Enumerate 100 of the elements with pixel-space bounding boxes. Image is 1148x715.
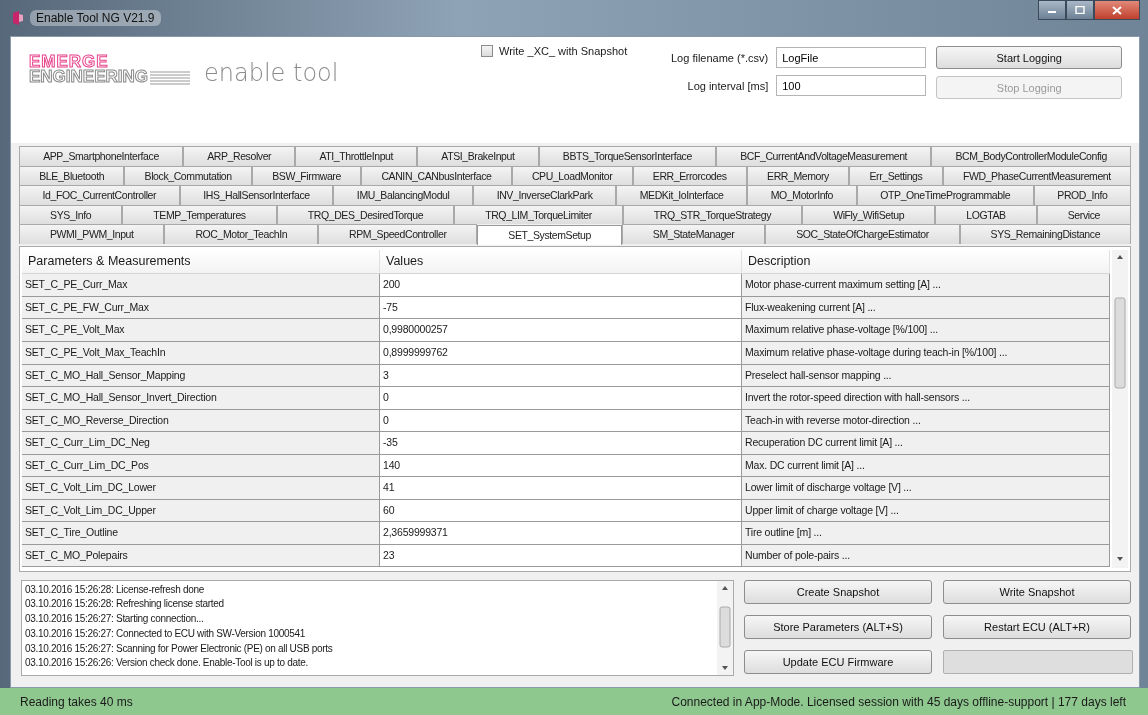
table-cell: Tire outline [m] ... <box>742 522 1110 545</box>
tab[interactable]: ATI_ThrottleInput <box>295 146 418 166</box>
tab[interactable]: IHS_HallSensorInterface <box>179 185 334 205</box>
table-cell: SET_C_Tire_Outline <box>22 522 380 545</box>
checkbox[interactable] <box>481 45 493 57</box>
tab[interactable]: IMU_BalancingModul <box>333 185 474 205</box>
tab[interactable]: BBTS_TorqueSensorInterface <box>538 146 717 166</box>
action-button[interactable]: Store Parameters (ALT+S) <box>744 614 932 639</box>
tab[interactable]: BCF_CurrentAndVoltageMeasurement <box>716 146 932 166</box>
table-cell: Max. DC current limit [A] ... <box>742 454 1110 478</box>
table-cell: 2,3659999371 <box>380 522 742 545</box>
table-cell: SET_C_Curr_Lim_DC_Pos <box>22 454 380 478</box>
tab[interactable]: ATSI_BrakeInput <box>417 146 539 166</box>
tab[interactable]: APP_SmartphoneInterface <box>19 146 183 166</box>
table-cell: Motor phase-current maximum setting [A] ... <box>742 274 1110 297</box>
action-button[interactable]: Restart ECU (ALT+R) <box>943 614 1131 639</box>
tab[interactable]: SOC_StateOfChargeEstimator <box>765 224 960 244</box>
field-label: Log filename (*.csv) <box>671 51 769 64</box>
table-cell: Lower limit of discharge voltage [V] ... <box>742 477 1110 500</box>
tab[interactable]: PWMI_PWM_Input <box>19 224 165 244</box>
table-cell: Maximum relative phase-voltage [%/100] ... <box>742 319 1110 342</box>
close-icon <box>1112 5 1122 15</box>
window-title: Enable Tool NG V21.9 <box>30 10 161 26</box>
table-cell: 41 <box>380 477 742 500</box>
log-line: 03.10.2016 15:26:27: Connected to ECU with SW-Version 1000541 <box>25 626 307 641</box>
tab[interactable]: SM_StateManager <box>621 224 766 244</box>
tab[interactable]: LOGTAB <box>935 204 1037 224</box>
table-cell: -75 <box>380 296 742 320</box>
table-cell: -35 <box>380 432 742 455</box>
table-cell: 0 <box>380 409 742 433</box>
tab[interactable]: ROC_Motor_TeachIn <box>164 224 319 244</box>
table-cell: Invert the rotor-speed direction with hall-sensors ... <box>742 387 1110 410</box>
table-cell: SET_C_Volt_Lim_DC_Upper <box>22 499 380 523</box>
tab[interactable]: MO_MotorInfo <box>747 185 857 205</box>
app-icon <box>12 11 24 25</box>
table-cell: SET_C_Volt_Lim_DC_Lower <box>22 477 380 500</box>
table-cell: Maximum relative phase-voltage during teach-in [%/100] ... <box>742 342 1110 365</box>
tab[interactable]: SYS_Info <box>19 204 123 224</box>
table-cell: SET_C_Curr_Lim_DC_Neg <box>22 432 380 455</box>
table-cell: SET_C_MO_Reverse_Direction <box>22 409 380 433</box>
tab[interactable]: TEMP_Temperatures <box>122 204 277 224</box>
tab[interactable]: BCM_BodyControllerModuleConfig <box>931 146 1131 166</box>
logging-button[interactable]: Start Logging <box>936 46 1123 69</box>
input-field[interactable]: 100 <box>776 75 927 96</box>
status-text: Connected in App-Mode. Licensed session with 45 days offline-support | 177 days left <box>671 694 1126 709</box>
table-cell: SET_C_MO_Hall_Sensor_Mapping <box>22 364 380 388</box>
maximize-icon <box>1075 6 1085 14</box>
tab[interactable]: INV_InverseClarkPark <box>473 185 617 205</box>
table-cell: SET_C_MO_Hall_Sensor_Invert_Direction <box>22 387 380 410</box>
table-cell: 200 <box>380 274 742 297</box>
table-cell: SET_C_PE_Curr_Max <box>22 274 380 297</box>
tab[interactable]: ARP_Resolver <box>183 146 296 166</box>
status-text: Reading takes 40 ms <box>20 694 133 709</box>
action-button[interactable]: Write Snapshot <box>943 579 1131 604</box>
table-cell: Recuperation DC current limit [A] ... <box>742 432 1110 455</box>
tab[interactable]: WiFly_WifiSetup <box>802 204 936 224</box>
tab[interactable]: Id_FOC_CurrentController <box>19 185 180 205</box>
tab[interactable]: OTP_OneTimeProgrammable <box>856 185 1034 205</box>
logo-text: EMERGE <box>29 54 109 69</box>
table-cell: SET_C_PE_Volt_Max_TeachIn <box>22 342 380 365</box>
log-line: 03.10.2016 15:26:28: License-refresh done <box>25 582 205 597</box>
tab[interactable]: BLE_Bluetooth <box>19 165 125 185</box>
table-cell: Teach-in with reverse motor-direction ... <box>742 409 1110 433</box>
scrollbar[interactable] <box>1112 249 1128 568</box>
tab[interactable]: Err_Settings <box>849 165 943 185</box>
tab[interactable]: SET_SystemSetup <box>477 225 622 245</box>
log-line: 03.10.2016 15:26:27: Starting connection... <box>25 612 205 627</box>
close-button[interactable] <box>1094 0 1140 20</box>
table-cell: Number of pole-pairs ... <box>742 544 1110 568</box>
tab[interactable]: MEDKit_IoInterface <box>616 185 748 205</box>
tab[interactable]: TRQ_LIM_TorqueLimiter <box>454 204 623 224</box>
table-cell: 0,8999999762 <box>380 342 742 365</box>
log-line: 03.10.2016 15:26:27: Scanning for Power Electronic (PE) on all USB ports <box>25 641 334 656</box>
tab[interactable]: PROD_Info <box>1033 185 1131 205</box>
logo-lines-icon <box>150 71 191 85</box>
table-cell: Upper limit of charge voltage [V] ... <box>742 499 1110 523</box>
scrollbar[interactable] <box>717 580 733 675</box>
minimize-button[interactable] <box>1038 0 1066 20</box>
table-cell: SET_C_PE_Volt_Max <box>22 319 380 342</box>
table-cell: 0 <box>380 387 742 410</box>
tab[interactable]: CANIN_CANbusInterface <box>361 165 512 185</box>
table-cell: 23 <box>380 544 742 568</box>
tab[interactable]: SYS_RemainingDistance <box>959 224 1131 244</box>
log-line: 03.10.2016 15:26:28: Refreshing license started <box>25 597 225 612</box>
tab[interactable]: RPM_SpeedController <box>318 224 478 244</box>
checkbox-label: Write _XC_ with Snapshot <box>499 45 628 57</box>
maximize-button[interactable] <box>1066 0 1094 20</box>
column-header: Description <box>742 249 1110 274</box>
column-header: Values <box>380 249 742 274</box>
input-field[interactable]: LogFile <box>776 47 927 68</box>
table-cell: 0,9980000257 <box>380 319 742 342</box>
table-cell: 140 <box>380 454 742 478</box>
table-cell: Preselect hall-sensor mapping ... <box>742 364 1110 388</box>
table-cell: SET_C_PE_FW_Curr_Max <box>22 296 380 320</box>
column-header: Parameters & Measurements <box>22 249 380 274</box>
field-label: Log interval [ms] <box>687 79 769 92</box>
tab[interactable]: Block_Commutation <box>124 165 252 185</box>
action-button[interactable]: Create Snapshot <box>744 579 932 604</box>
logo-text: ENGINEERING <box>29 69 149 84</box>
action-button[interactable]: Update ECU Firmware <box>744 649 932 674</box>
